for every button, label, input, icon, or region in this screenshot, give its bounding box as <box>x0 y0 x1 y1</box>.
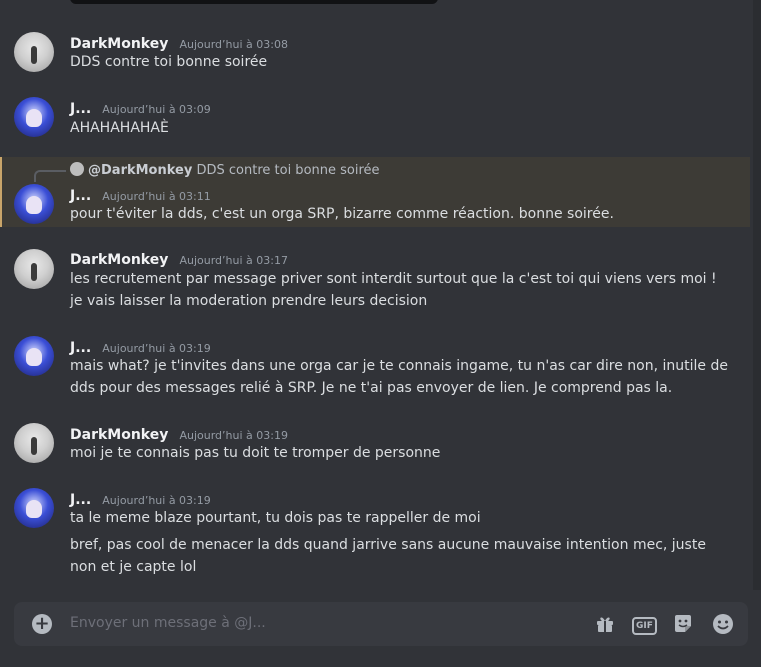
plus-icon[interactable]: + <box>32 614 52 634</box>
avatar[interactable] <box>14 184 54 224</box>
reply-connector <box>34 170 66 182</box>
message-text: pour t'éviter la dds, c'est un orga SRP,… <box>70 206 614 222</box>
sticker-icon[interactable] <box>672 613 694 635</box>
avatar[interactable] <box>14 423 54 463</box>
avatar[interactable] <box>14 488 54 528</box>
message-header: J... Aujourd’hui à 03:09 <box>70 98 211 117</box>
message-text: AHAHAHAHAÈ <box>70 120 169 136</box>
reply-reference[interactable]: @DarkMonkey DDS contre toi bonne soirée <box>70 162 380 178</box>
author-name[interactable]: DarkMonkey <box>70 36 168 52</box>
timestamp: Aujourd’hui à 03:19 <box>102 342 211 355</box>
message-header: DarkMonkey Aujourd’hui à 03:19 <box>70 424 288 443</box>
scrollbar[interactable] <box>753 0 761 590</box>
gift-icon[interactable] <box>594 613 616 635</box>
avatar[interactable] <box>14 32 54 72</box>
author-name[interactable]: J... <box>70 340 91 356</box>
reply-avatar <box>70 162 84 176</box>
message-text: moi je te connais pas tu doit te tromper… <box>70 445 441 461</box>
emoji-icon[interactable] <box>712 613 734 635</box>
message-header: J... Aujourd’hui à 03:11 <box>70 185 211 204</box>
timestamp: Aujourd’hui à 03:19 <box>102 494 211 507</box>
message-header: DarkMonkey Aujourd’hui à 03:08 <box>70 33 288 52</box>
author-name[interactable]: J... <box>70 101 91 117</box>
avatar[interactable] <box>14 97 54 137</box>
mention-highlight-bar <box>0 157 2 227</box>
message-input[interactable]: Envoyer un message à @J... <box>70 615 266 631</box>
author-name[interactable]: J... <box>70 188 91 204</box>
gif-label: GIF <box>632 617 657 635</box>
message-text: dds pour des messages relié à SRP. Je ne… <box>70 380 673 396</box>
timestamp: Aujourd’hui à 03:19 <box>179 429 288 442</box>
message-text: bref, pas cool de menacer la dds quand j… <box>70 537 706 553</box>
message-header: DarkMonkey Aujourd’hui à 03:17 <box>70 249 288 268</box>
avatar[interactable] <box>14 336 54 376</box>
author-name[interactable]: DarkMonkey <box>70 427 168 443</box>
message-text: ta le meme blaze pourtant, tu dois pas t… <box>70 510 481 526</box>
gif-icon[interactable]: GIF <box>632 613 657 635</box>
message-text: les recrutement par message priver sont … <box>70 271 717 287</box>
avatar[interactable] <box>14 249 54 289</box>
timestamp: Aujourd’hui à 03:08 <box>179 38 288 51</box>
message-text: mais what? je t'invites dans une orga ca… <box>70 358 728 374</box>
message-text: DDS contre toi bonne soirée <box>70 54 268 70</box>
author-name[interactable]: J... <box>70 492 91 508</box>
reply-preview: DDS contre toi bonne soirée <box>196 163 380 178</box>
previous-message-embed <box>70 0 438 4</box>
message-text: je vais laisser la moderation prendre le… <box>70 293 428 309</box>
timestamp: Aujourd’hui à 03:17 <box>179 254 288 267</box>
message-header: J... Aujourd’hui à 03:19 <box>70 337 211 356</box>
reply-mention[interactable]: @DarkMonkey <box>88 163 192 178</box>
timestamp: Aujourd’hui à 03:09 <box>102 103 211 116</box>
author-name[interactable]: DarkMonkey <box>70 252 168 268</box>
timestamp: Aujourd’hui à 03:11 <box>102 190 211 203</box>
message-composer[interactable]: + Envoyer un message à @J... GIF <box>14 602 748 646</box>
message-header: J... Aujourd’hui à 03:19 <box>70 489 211 508</box>
message-text: non et je capte lol <box>70 559 197 575</box>
